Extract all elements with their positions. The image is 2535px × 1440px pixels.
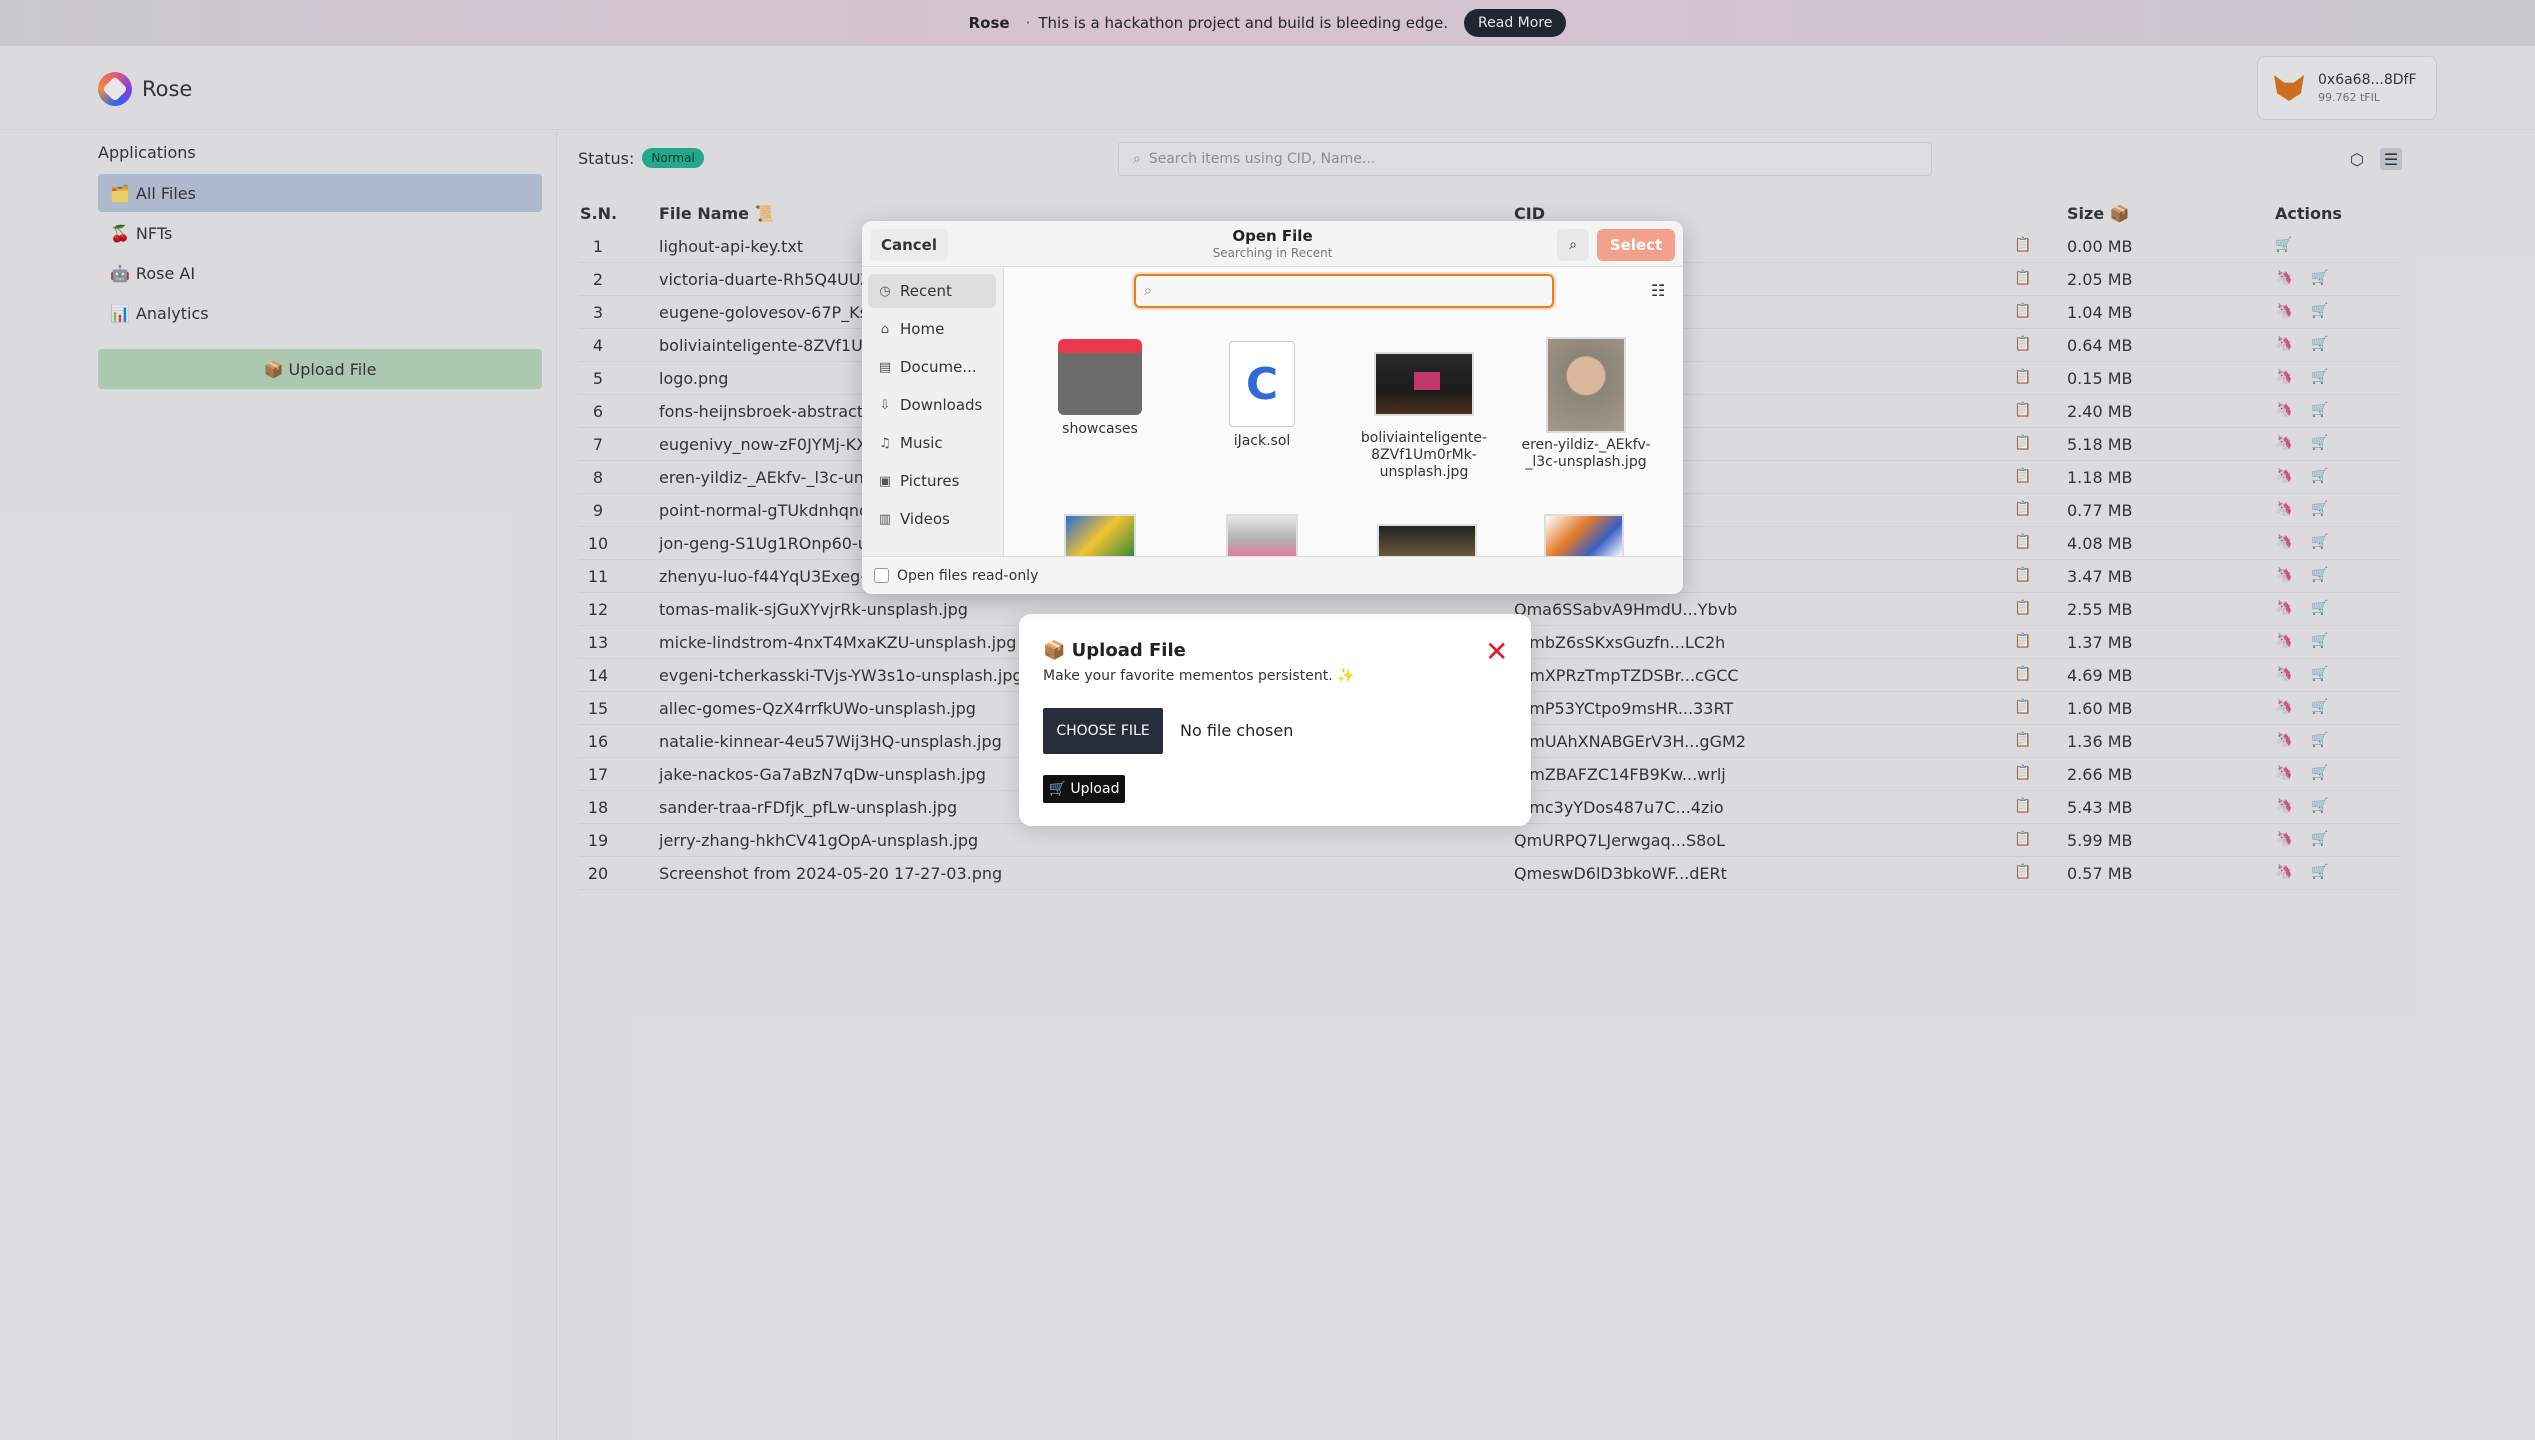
upload-modal-subtitle: Make your favorite mementos persistent. … bbox=[1043, 668, 1355, 684]
dialog-header: Cancel Open File Searching in Recent ⌕ S… bbox=[862, 221, 1683, 267]
c-file-icon: C bbox=[1229, 341, 1295, 427]
file-label: boliviainteligente-8ZVf1Um0rMk-unsplash.… bbox=[1360, 430, 1488, 480]
place-music[interactable]: ♫ Music bbox=[868, 426, 996, 460]
file-label: eren-yildiz-_AEkfv-_l3c-unsplash.jpg bbox=[1521, 437, 1651, 470]
open-file-dialog: Cancel Open File Searching in Recent ⌕ S… bbox=[862, 221, 1683, 594]
place-pictures[interactable]: ▣ Pictures bbox=[868, 464, 996, 498]
video-icon: ▥ bbox=[878, 511, 892, 527]
file-tile-boliviainteligente[interactable]: boliviainteligente-8ZVf1Um0rMk-unsplash.… bbox=[1354, 352, 1494, 481]
upload-button[interactable]: 🛒 Upload bbox=[1043, 775, 1125, 803]
place-label: Videos bbox=[900, 510, 950, 528]
image-thumbnail bbox=[1546, 337, 1626, 433]
place-videos[interactable]: ▥ Videos bbox=[868, 502, 996, 536]
upload-modal-title: 📦 Upload File bbox=[1043, 640, 1186, 661]
place-label: Home bbox=[900, 320, 945, 338]
place-documents[interactable]: ▤ Docume... bbox=[868, 350, 996, 384]
music-icon: ♫ bbox=[879, 435, 891, 451]
list-view-icon[interactable]: ☷ bbox=[1651, 281, 1665, 300]
read-only-label: Open files read-only bbox=[897, 567, 1039, 584]
dialog-search-input[interactable]: ⌕ bbox=[1134, 274, 1554, 308]
select-button[interactable]: Select bbox=[1597, 229, 1675, 261]
upload-modal: 📦 Upload File Make your favorite memento… bbox=[1019, 614, 1531, 826]
dialog-footer: Open files read-only bbox=[862, 556, 1683, 594]
place-label: Recent bbox=[900, 282, 952, 300]
file-tile-eren-yildiz[interactable]: eren-yildiz-_AEkfv-_l3c-unsplash.jpg bbox=[1516, 337, 1656, 471]
download-icon: ⇩ bbox=[879, 397, 891, 413]
no-file-text: No file chosen bbox=[1180, 721, 1294, 740]
search-icon: ⌕ bbox=[1144, 283, 1152, 299]
place-label: Pictures bbox=[900, 472, 960, 490]
search-icon[interactable]: ⌕ bbox=[1557, 229, 1589, 261]
image-thumbnail[interactable] bbox=[1544, 514, 1624, 556]
file-label: iJack.sol bbox=[1233, 433, 1291, 449]
clock-icon: ◷ bbox=[879, 283, 891, 299]
file-label: showcases bbox=[1062, 421, 1138, 437]
place-recent[interactable]: ◷ Recent bbox=[868, 274, 996, 308]
folder-icon bbox=[1058, 339, 1142, 415]
image-thumbnail[interactable] bbox=[1226, 514, 1298, 556]
choose-file-button[interactable]: CHOOSE FILE bbox=[1043, 708, 1163, 754]
file-tile-ijack[interactable]: C iJack.sol bbox=[1192, 341, 1332, 450]
read-only-checkbox[interactable] bbox=[874, 568, 889, 583]
place-label: Music bbox=[900, 434, 943, 452]
close-icon[interactable]: ✕ bbox=[1485, 638, 1508, 666]
places-sidebar: ◷ Recent ⌂ Home ▤ Docume... ⇩ Downloads … bbox=[862, 268, 1004, 556]
image-thumbnail[interactable] bbox=[1377, 524, 1477, 556]
image-thumbnail bbox=[1374, 352, 1474, 416]
place-downloads[interactable]: ⇩ Downloads bbox=[868, 388, 996, 422]
place-label: Downloads bbox=[900, 396, 983, 414]
file-tile-showcases[interactable]: showcases bbox=[1030, 339, 1170, 438]
home-icon: ⌂ bbox=[880, 321, 890, 337]
place-label: Docume... bbox=[900, 358, 977, 376]
picture-icon: ▣ bbox=[878, 473, 892, 489]
image-thumbnail[interactable] bbox=[1064, 514, 1136, 556]
document-icon: ▤ bbox=[878, 359, 892, 375]
place-home[interactable]: ⌂ Home bbox=[868, 312, 996, 346]
